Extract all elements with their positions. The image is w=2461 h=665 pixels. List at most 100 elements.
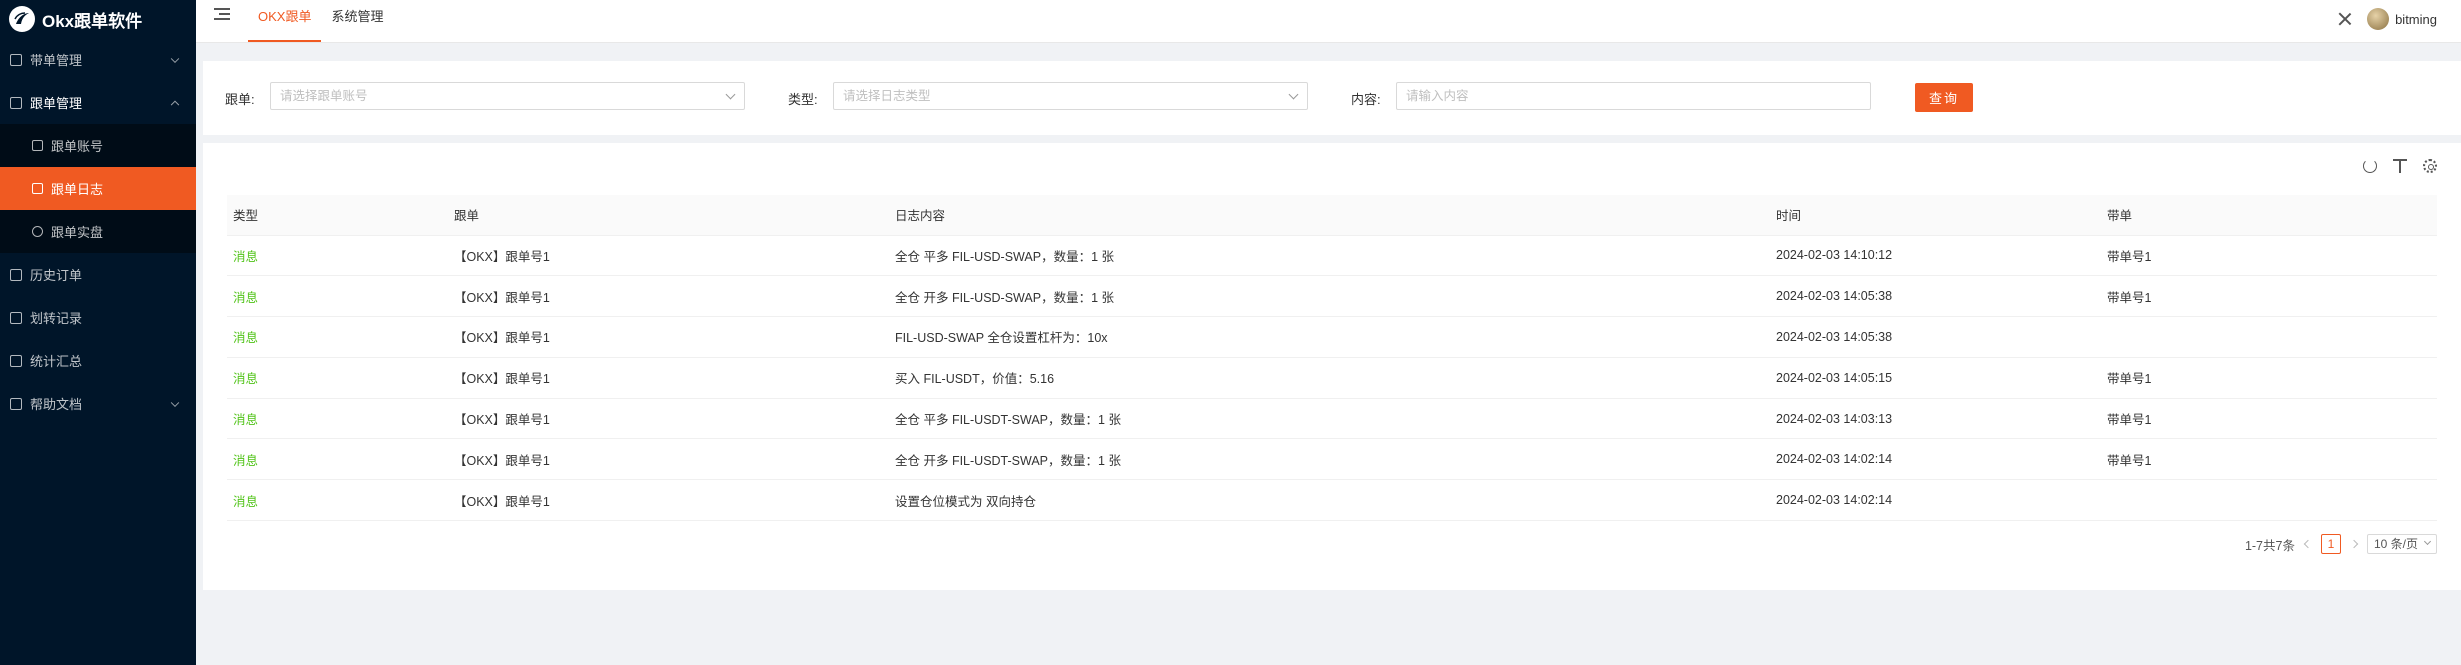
copyright-icon (32, 226, 43, 237)
chevron-down-icon (1288, 89, 1299, 100)
chevron-down-icon (2423, 537, 2432, 546)
table-row: 消息 【OKX】跟单号1 全仓 平多 FIL-USD-SWAP，数量：1 张 2… (227, 235, 2437, 277)
sidebar-item-follow-accounts[interactable]: 跟单账号 (0, 124, 196, 167)
cell-time: 2024-02-03 14:05:38 (1770, 275, 2101, 318)
type-placeholder: 请选择日志类型 (843, 89, 931, 103)
content-input[interactable]: 请输入内容 (1396, 82, 1871, 110)
cell-account: 【OKX】跟单号1 (448, 479, 889, 522)
username: bitming (2395, 11, 2437, 27)
type-select[interactable]: 请选择日志类型 (833, 82, 1308, 110)
sidebar-item-label: 带单管理 (30, 53, 83, 68)
sidebar-item-statistics[interactable]: 统计汇总 (0, 339, 196, 382)
column-header-account[interactable]: 跟单 (448, 195, 889, 236)
cell-content: 全仓 平多 FIL-USDT-SWAP，数量：1 张 (889, 398, 1770, 440)
query-button[interactable]: 查询 (1915, 83, 1973, 112)
chevron-up-icon (170, 100, 180, 109)
appstore-icon (10, 53, 22, 66)
account-label: 跟单: (225, 92, 255, 107)
cell-type: 消息 (227, 316, 448, 358)
file-icon (10, 354, 22, 367)
cell-account: 【OKX】跟单号1 (448, 357, 889, 399)
cell-type: 消息 (227, 275, 448, 318)
cell-content: 全仓 开多 FIL-USD-SWAP，数量：1 张 (889, 275, 1770, 318)
column-header-type[interactable]: 类型 (227, 195, 448, 236)
log-table-card: 类型 跟单 日志内容 时间 带单 消息 【OKX】跟单号1 全仓 平多 FIL-… (203, 143, 2461, 590)
menu-fold-icon[interactable] (214, 8, 230, 22)
chevron-down-icon (170, 54, 180, 63)
column-height-icon[interactable] (2393, 159, 2407, 173)
cell-type: 消息 (227, 438, 448, 481)
cell-content: FIL-USD-SWAP 全仓设置杠杆为：10x (889, 316, 1770, 358)
link-icon (32, 140, 43, 151)
tab-okx-follow[interactable]: OKX跟单 (248, 0, 322, 43)
cell-type: 消息 (227, 398, 448, 440)
app-title: Okx跟单软件 (42, 11, 143, 31)
cell-account: 【OKX】跟单号1 (448, 275, 889, 318)
content-label: 内容: (1351, 92, 1381, 107)
cell-leader: 带单号1 (2101, 275, 2437, 318)
chevron-left-icon[interactable] (2303, 539, 2313, 549)
top-tabs: OKX跟单 系统管理 (248, 0, 393, 43)
pagination: 1-7共7条 1 10 条/页 (2245, 534, 2437, 554)
sidebar-item-label: 跟单日志 (51, 182, 104, 197)
file-icon (10, 311, 22, 324)
cell-leader (2101, 316, 2437, 358)
sidebar-item-label: 统计汇总 (30, 354, 83, 369)
cell-account: 【OKX】跟单号1 (448, 438, 889, 481)
sidebar-item-label: 划转记录 (30, 311, 83, 326)
chevron-down-icon (170, 398, 180, 407)
column-header-time[interactable]: 时间 (1770, 195, 2101, 236)
app-logo[interactable]: Okx跟单软件 (0, 0, 196, 38)
file-icon (10, 268, 22, 281)
sidebar-item-label: 跟单管理 (30, 96, 83, 111)
sidebar-item-label: 跟单实盘 (51, 225, 104, 240)
file-icon (32, 183, 43, 194)
cell-content: 设置仓位模式为 双向持仓 (889, 479, 1770, 522)
account-select[interactable]: 请选择跟单账号 (270, 82, 745, 110)
top-header: OKX跟单 系统管理 bitming (196, 0, 2461, 43)
avatar (2367, 8, 2390, 30)
fullscreen-icon[interactable] (2339, 13, 2351, 25)
cell-leader (2101, 479, 2437, 522)
file-icon (10, 397, 22, 410)
chevron-down-icon (725, 89, 736, 100)
search-form: 跟单: 请选择跟单账号 类型: 请选择日志类型 内容: 请输入内容 查询 (203, 61, 2461, 135)
sidebar-item-transfer-records[interactable]: 划转记录 (0, 296, 196, 339)
cell-leader: 带单号1 (2101, 235, 2437, 277)
sidebar-item-lead-management[interactable]: 带单管理 (0, 38, 196, 81)
table-row: 消息 【OKX】跟单号1 买入 FIL-USDT，价值：5.16 2024-02… (227, 357, 2437, 399)
cell-time: 2024-02-03 14:03:13 (1770, 398, 2101, 440)
table-header-row: 类型 跟单 日志内容 时间 带单 (227, 195, 2437, 236)
tab-system-management[interactable]: 系统管理 (321, 0, 393, 43)
cell-time: 2024-02-03 14:05:15 (1770, 357, 2101, 399)
cell-time: 2024-02-03 14:02:14 (1770, 438, 2101, 481)
sidebar-item-follow-management[interactable]: 跟单管理 (0, 81, 196, 124)
cell-content: 买入 FIL-USDT，价值：5.16 (889, 357, 1770, 399)
cell-leader: 带单号1 (2101, 357, 2437, 399)
sidebar-item-follow-live[interactable]: 跟单实盘 (0, 210, 196, 253)
sidebar-item-order-history[interactable]: 历史订单 (0, 253, 196, 296)
cell-time: 2024-02-03 14:02:14 (1770, 479, 2101, 522)
sidebar-item-help-docs[interactable]: 帮助文档 (0, 382, 196, 425)
cell-time: 2024-02-03 14:10:12 (1770, 235, 2101, 277)
column-header-content[interactable]: 日志内容 (889, 195, 1770, 236)
logo-icon (9, 6, 35, 32)
table-toolbar (2363, 159, 2437, 173)
cell-content: 全仓 平多 FIL-USD-SWAP，数量：1 张 (889, 235, 1770, 277)
table-row: 消息 【OKX】跟单号1 全仓 开多 FIL-USDT-SWAP，数量：1 张 … (227, 438, 2437, 481)
log-table: 类型 跟单 日志内容 时间 带单 消息 【OKX】跟单号1 全仓 平多 FIL-… (227, 195, 2437, 522)
page-size-select[interactable]: 10 条/页 (2366, 534, 2437, 554)
cell-account: 【OKX】跟单号1 (448, 316, 889, 358)
content-placeholder: 请输入内容 (1406, 89, 1469, 103)
sidebar-item-follow-logs[interactable]: 跟单日志 (0, 167, 196, 210)
table-row: 消息 【OKX】跟单号1 全仓 开多 FIL-USD-SWAP，数量：1 张 2… (227, 275, 2437, 318)
reload-icon[interactable] (2363, 159, 2377, 173)
chevron-right-icon[interactable] (2349, 539, 2359, 549)
sidebar-item-label: 跟单账号 (51, 139, 104, 154)
cell-type: 消息 (227, 235, 448, 277)
user-menu[interactable]: bitming (2367, 8, 2437, 30)
setting-icon[interactable] (2423, 159, 2437, 173)
sidebar: Okx跟单软件 带单管理 跟单管理 跟单账号 跟单日志 跟单实盘 历史订单 划转… (0, 0, 196, 665)
page-number-current[interactable]: 1 (2320, 534, 2341, 554)
column-header-leader[interactable]: 带单 (2101, 195, 2437, 236)
